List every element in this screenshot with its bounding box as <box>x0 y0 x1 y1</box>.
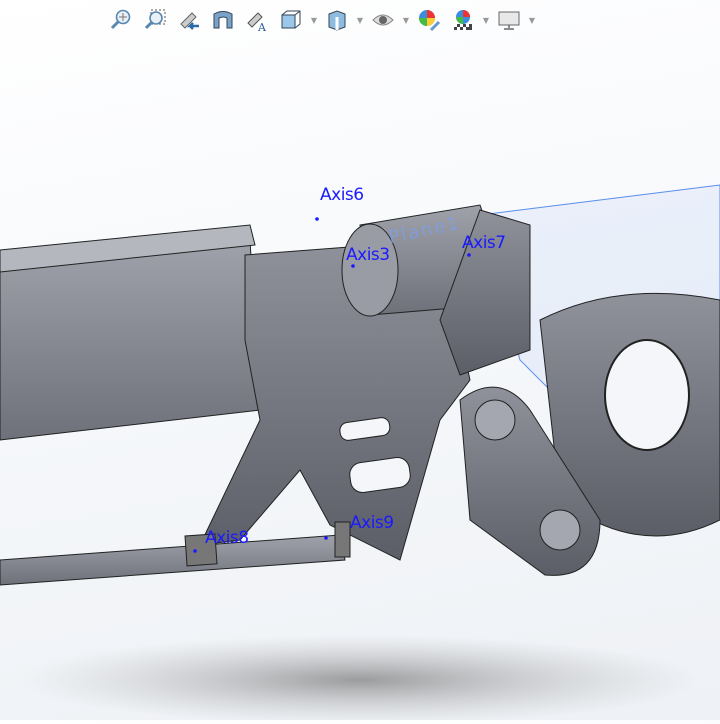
axis3-label[interactable]: Axis3 <box>346 245 390 265</box>
view-orientation-dropdown[interactable]: ▼ <box>308 5 320 35</box>
lower-barrel <box>0 534 346 586</box>
zoom-to-area-button[interactable] <box>138 5 172 35</box>
edit-appearance-icon <box>419 10 441 32</box>
barrel-clamp-rear <box>334 521 351 558</box>
graphics-area[interactable]: Plane1 Axis6 Axis3 Axis7 Axis8 Axis9 <box>0 40 720 724</box>
view-orientation-button[interactable] <box>274 5 308 35</box>
section-view-icon <box>213 11 233 29</box>
apply-scene-button[interactable] <box>446 5 480 35</box>
dynamic-annotation-views-button[interactable]: A <box>240 5 274 35</box>
display-style-dropdown[interactable]: ▼ <box>354 5 366 35</box>
heads-up-view-toolbar: A ▼ ▼ ▼ ▼ ▼ <box>104 4 538 36</box>
dynamic-annotation-views-icon: A <box>247 12 267 32</box>
zoom-to-area-icon <box>144 9 166 30</box>
receiver <box>0 239 261 441</box>
apply-scene-dropdown[interactable]: ▼ <box>480 5 492 35</box>
axis6-label[interactable]: Axis6 <box>320 185 364 205</box>
display-style-icon <box>328 10 346 31</box>
previous-view-icon <box>180 12 199 30</box>
floor-shadow <box>20 635 700 724</box>
hide-show-items-button[interactable] <box>366 5 400 35</box>
edit-appearance-button[interactable] <box>412 5 446 35</box>
hide-show-items-icon <box>372 14 394 26</box>
hide-show-items-dropdown[interactable]: ▼ <box>400 5 412 35</box>
section-view-button[interactable] <box>206 5 240 35</box>
model-view <box>0 184 720 724</box>
pivot-bottom <box>539 509 581 551</box>
pivot-top <box>474 399 516 441</box>
stock-hole <box>604 339 690 451</box>
view-settings-button[interactable] <box>492 5 526 35</box>
axis9-label[interactable]: Axis9 <box>350 513 394 533</box>
axis7-label[interactable]: Axis7 <box>462 233 506 253</box>
view-settings-icon <box>498 11 520 30</box>
axis8-label[interactable]: Axis8 <box>205 528 249 548</box>
apply-scene-icon <box>454 10 472 30</box>
view-settings-dropdown[interactable]: ▼ <box>526 5 538 35</box>
previous-view-button[interactable] <box>172 5 206 35</box>
view-orientation-icon <box>281 10 301 29</box>
svg-text:A: A <box>257 21 267 32</box>
zoom-to-fit-icon <box>110 9 131 30</box>
zoom-to-fit-button[interactable] <box>104 5 138 35</box>
display-style-button[interactable] <box>320 5 354 35</box>
